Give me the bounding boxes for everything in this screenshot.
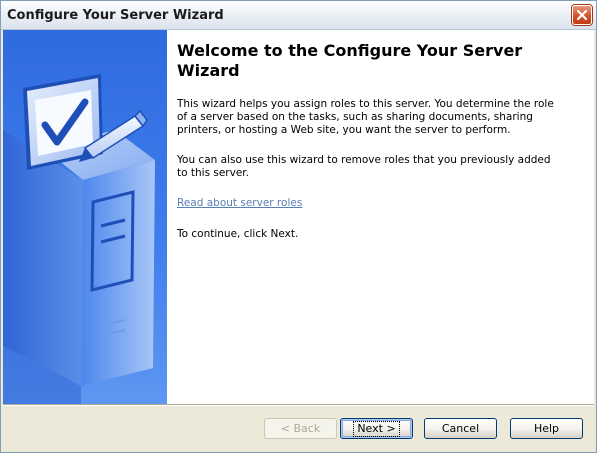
close-icon: [576, 9, 588, 21]
cancel-button-label: Cancel: [441, 422, 480, 435]
help-button-label: Help: [533, 422, 560, 435]
side-panel: [3, 30, 167, 404]
back-button[interactable]: < Back: [264, 418, 337, 439]
read-about-server-roles-link[interactable]: Read about server roles: [177, 197, 302, 210]
close-button[interactable]: [572, 5, 592, 25]
help-button[interactable]: Help: [510, 418, 583, 439]
continue-instruction: To continue, click Next.: [177, 228, 299, 240]
wizard-content: Welcome to the Configure Your Server Wiz…: [3, 30, 594, 404]
remove-roles-paragraph: You can also use this wizard to remove r…: [177, 154, 551, 179]
button-separator: [3, 404, 594, 406]
server-checkmark-illustration: [3, 74, 155, 404]
intro-paragraph: This wizard helps you assign roles to th…: [177, 98, 554, 136]
title-bar[interactable]: Configure Your Server Wizard: [1, 1, 596, 30]
page-heading: Welcome to the Configure Your Server Wiz…: [177, 41, 523, 80]
next-button[interactable]: Next >: [340, 418, 413, 439]
main-area: Welcome to the Configure Your Server Wiz…: [167, 30, 594, 404]
next-button-label: Next >: [353, 421, 400, 437]
wizard-window: Configure Your Server Wizard Welcome to …: [0, 0, 597, 453]
cancel-button[interactable]: Cancel: [424, 418, 497, 439]
window-title: Configure Your Server Wizard: [7, 8, 224, 23]
back-button-label: < Back: [280, 422, 321, 435]
